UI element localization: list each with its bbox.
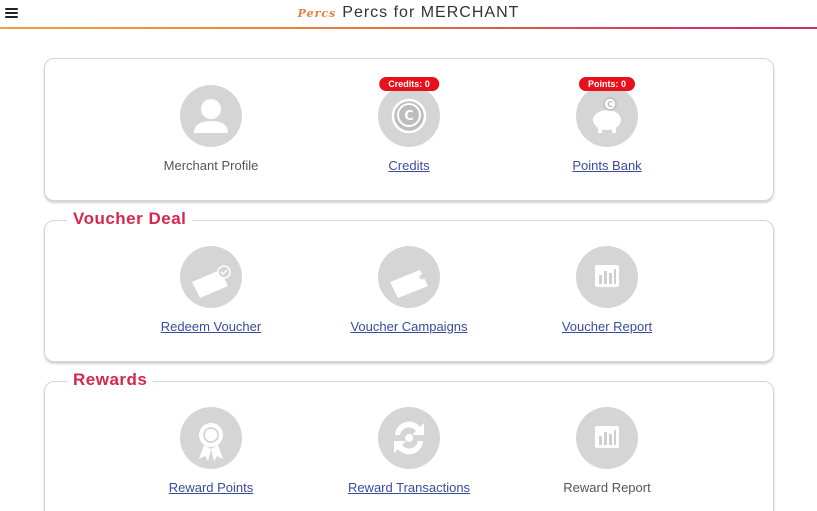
voucher-deal-title: Voucher Deal bbox=[67, 209, 193, 229]
svg-text:C: C bbox=[607, 100, 613, 109]
reward-points-tile[interactable]: Reward Points bbox=[121, 407, 301, 495]
credits-badge: Credits: 0 bbox=[379, 77, 439, 91]
bar-chart-icon bbox=[576, 407, 638, 469]
app-title-text: Percs for MERCHANT bbox=[342, 4, 520, 21]
reward-report-tile[interactable]: Reward Report bbox=[517, 407, 697, 495]
svg-text:C: C bbox=[404, 109, 414, 124]
points-bank-tile[interactable]: Points: 0 C Points Bank bbox=[517, 77, 697, 173]
points-badge: Points: 0 bbox=[578, 77, 636, 91]
voucher-report-link[interactable]: Voucher Report bbox=[517, 319, 697, 334]
bar-chart-icon bbox=[576, 246, 638, 308]
merchant-profile-tile[interactable]: Merchant Profile bbox=[121, 85, 301, 173]
redeem-voucher-tile[interactable]: Redeem Voucher bbox=[121, 246, 301, 334]
reward-transactions-tile[interactable]: Reward Transactions bbox=[319, 407, 499, 495]
piggy-bank-icon: C bbox=[576, 85, 638, 147]
redeem-voucher-link[interactable]: Redeem Voucher bbox=[121, 319, 301, 334]
voucher-tag-check-icon bbox=[180, 246, 242, 308]
exchange-icon bbox=[378, 407, 440, 469]
credits-link[interactable]: Credits bbox=[319, 158, 499, 173]
voucher-report-tile[interactable]: Voucher Report bbox=[517, 246, 697, 334]
header-divider bbox=[0, 27, 817, 29]
person-icon bbox=[180, 85, 242, 147]
voucher-campaigns-link[interactable]: Voucher Campaigns bbox=[319, 319, 499, 334]
points-bank-link[interactable]: Points Bank bbox=[517, 158, 697, 173]
award-ribbon-icon bbox=[180, 407, 242, 469]
voucher-tag-icon bbox=[378, 246, 440, 308]
merchant-profile-label: Merchant Profile bbox=[163, 158, 259, 173]
app-header: Percs Percs for MERCHANT bbox=[0, 0, 817, 29]
voucher-deal-card: Voucher Deal Redeem Voucher Voucher Camp… bbox=[44, 209, 774, 362]
voucher-campaigns-tile[interactable]: Voucher Campaigns bbox=[319, 246, 499, 334]
reward-report-label[interactable]: Reward Report bbox=[517, 480, 697, 495]
reward-transactions-link[interactable]: Reward Transactions bbox=[319, 480, 499, 495]
rewards-card: Rewards Reward Points Reward Transaction… bbox=[44, 370, 774, 511]
percs-logo: Percs bbox=[297, 7, 337, 20]
rewards-title: Rewards bbox=[67, 370, 154, 390]
reward-points-link[interactable]: Reward Points bbox=[121, 480, 301, 495]
coin-icon: C bbox=[378, 85, 440, 147]
app-title: Percs Percs for MERCHANT bbox=[0, 4, 817, 22]
credits-tile[interactable]: Credits: 0 C Credits bbox=[319, 77, 499, 173]
account-card: Merchant Profile Credits: 0 C Credits Po… bbox=[44, 58, 774, 201]
